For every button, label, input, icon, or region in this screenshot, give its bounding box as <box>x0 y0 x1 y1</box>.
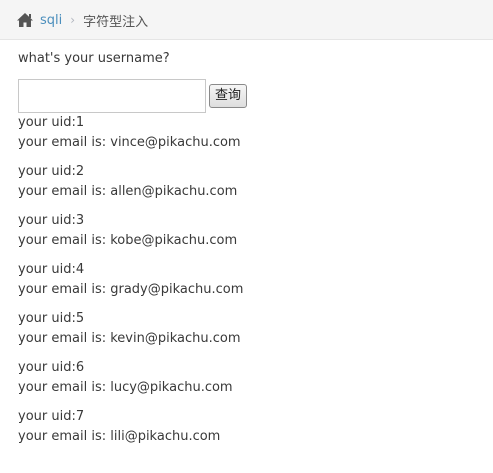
main-content: what's your username? 查询 your uid:1 your… <box>18 48 478 444</box>
uid-line: your uid:2 <box>18 164 85 179</box>
email-line: your email is: vince@pikachu.com <box>18 135 241 150</box>
username-question: what's your username? <box>18 51 170 66</box>
home-icon[interactable] <box>16 12 34 28</box>
uid-line: your uid:4 <box>18 262 85 277</box>
result-item: your uid:4 your email is: grady@pikachu.… <box>18 260 243 309</box>
breadcrumb-separator-icon: › <box>70 13 76 27</box>
result-item: your uid:2 your email is: allen@pikachu.… <box>18 162 243 211</box>
email-line: your email is: lili@pikachu.com <box>18 429 221 444</box>
result-item: your uid:7 your email is: lili@pikachu.c… <box>18 407 243 456</box>
result-item: your uid:6 your email is: lucy@pikachu.c… <box>18 358 243 407</box>
result-item: your uid:3 your email is: kobe@pikachu.c… <box>18 211 243 260</box>
results-list: your uid:1 your email is: vince@pikachu.… <box>18 113 243 456</box>
result-item: your uid:5 your email is: kevin@pikachu.… <box>18 309 243 358</box>
email-line: your email is: lucy@pikachu.com <box>18 380 233 395</box>
email-line: your email is: allen@pikachu.com <box>18 184 238 199</box>
email-line: your email is: kobe@pikachu.com <box>18 233 238 248</box>
uid-line: your uid:3 <box>18 213 85 228</box>
result-item: your uid:1 your email is: vince@pikachu.… <box>18 113 243 162</box>
breadcrumb-link-sqli[interactable]: sqli <box>40 13 62 28</box>
username-input[interactable] <box>18 79 206 113</box>
query-button[interactable]: 查询 <box>209 84 248 108</box>
breadcrumb-bar: sqli › 字符型注入 <box>0 0 493 40</box>
email-line: your email is: grady@pikachu.com <box>18 282 244 297</box>
breadcrumb: sqli › 字符型注入 <box>16 0 148 40</box>
uid-line: your uid:7 <box>18 409 85 424</box>
email-line: your email is: kevin@pikachu.com <box>18 331 241 346</box>
uid-line: your uid:6 <box>18 360 85 375</box>
query-form: 查询 <box>18 79 478 117</box>
breadcrumb-current-page: 字符型注入 <box>83 14 149 30</box>
uid-line: your uid:1 <box>18 115 85 130</box>
uid-line: your uid:5 <box>18 311 85 326</box>
